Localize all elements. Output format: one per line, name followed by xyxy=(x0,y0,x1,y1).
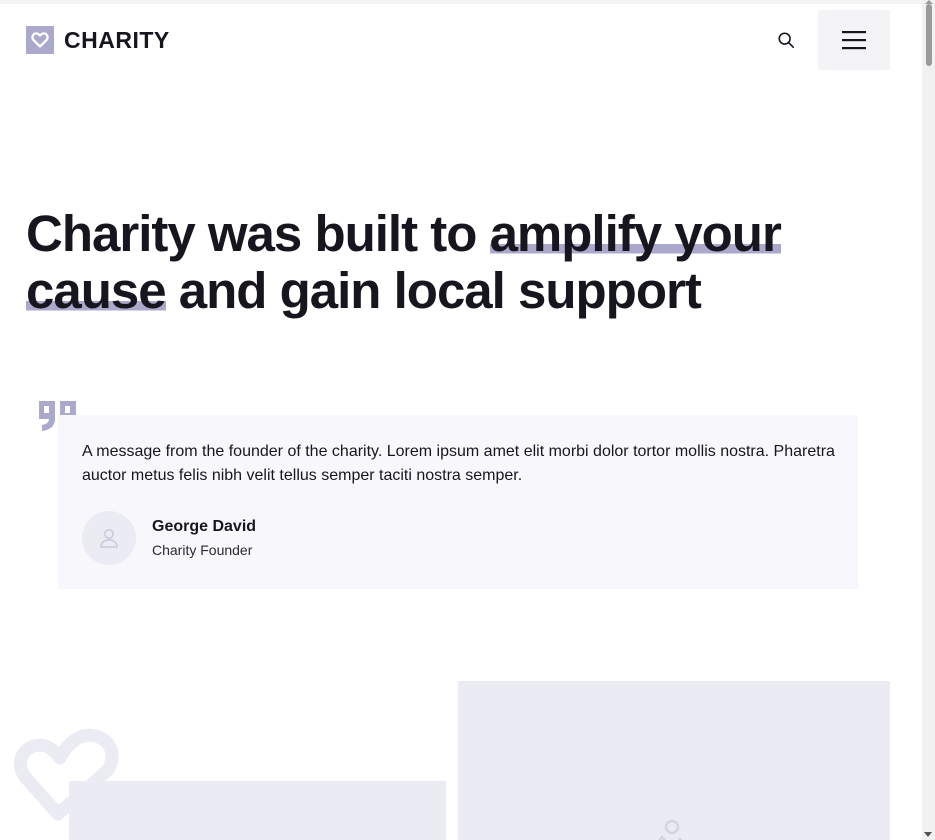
author-role: Charity Founder xyxy=(152,542,253,558)
search-button[interactable] xyxy=(771,25,801,55)
scroll-down-arrow[interactable] xyxy=(924,832,932,837)
vertical-scrollbar[interactable] xyxy=(922,0,935,840)
author-name: George David xyxy=(152,518,257,535)
logo-link[interactable]: CHARITY xyxy=(26,26,170,54)
hero-text-3: and gain local support xyxy=(165,262,702,319)
search-icon xyxy=(778,32,795,49)
page: CHARITY Charity was built to amplify you… xyxy=(0,0,935,840)
hamburger-menu-icon xyxy=(842,31,866,50)
avatar xyxy=(82,511,136,565)
hero-highlight-1: amplify your xyxy=(489,205,782,262)
image-placeholder-right xyxy=(458,681,890,840)
menu-button[interactable] xyxy=(818,10,890,70)
image-placeholder-icon xyxy=(658,819,683,840)
site-header: CHARITY xyxy=(0,0,922,82)
hero-heading: Charity was built to amplify your cause … xyxy=(26,205,886,319)
hero-text-1: Charity was built to xyxy=(26,205,490,262)
hero-highlight-2: cause xyxy=(26,262,167,319)
heart-icon xyxy=(26,26,54,54)
image-placeholder-left xyxy=(69,781,446,840)
user-icon xyxy=(100,529,118,548)
scrollbar-thumb[interactable] xyxy=(926,4,932,66)
brand-name: CHARITY xyxy=(64,27,170,53)
testimonial-card: A message from the founder of the charit… xyxy=(58,415,858,589)
testimonial-text: A message from the founder of the charit… xyxy=(82,443,835,484)
